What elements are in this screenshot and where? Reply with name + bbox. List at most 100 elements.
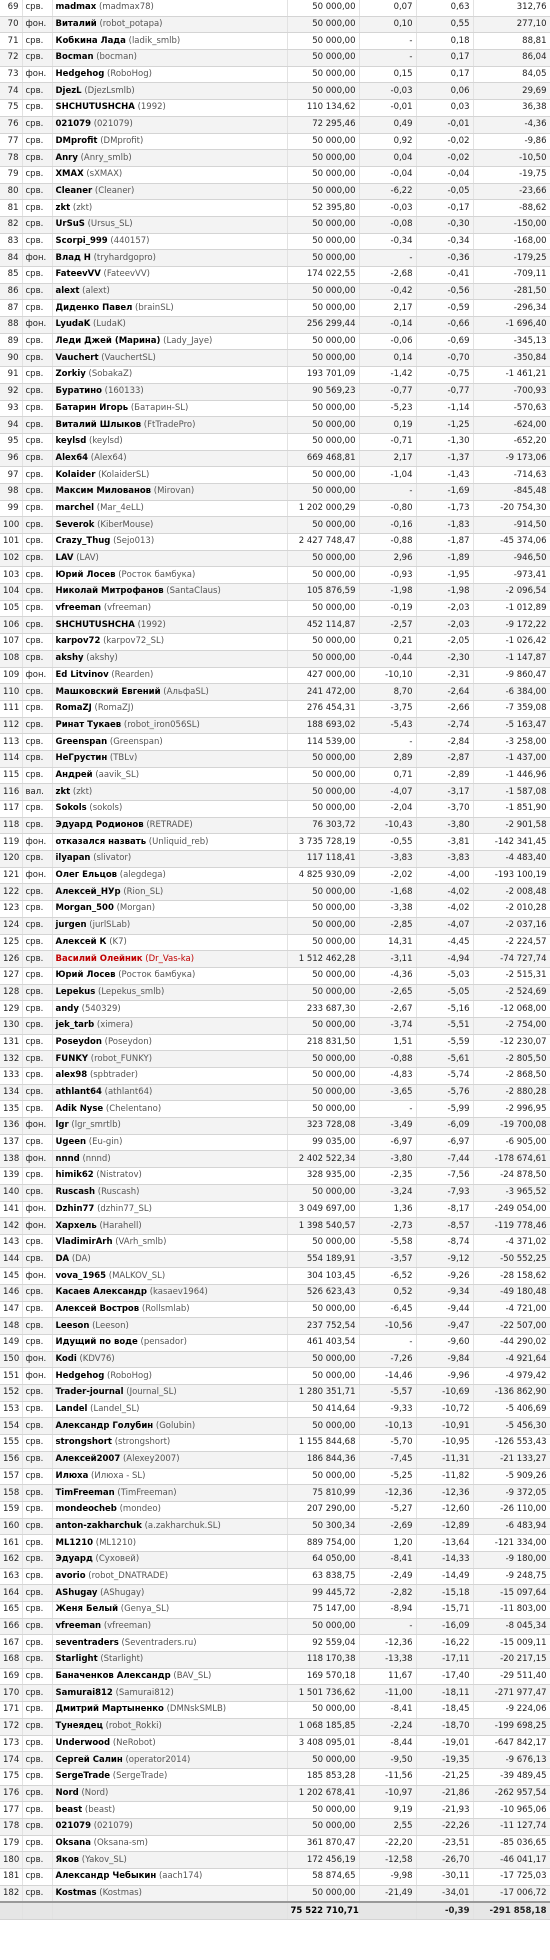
capital-cell: 50 000,00 <box>287 900 360 918</box>
profit-cell: -1 461,21 <box>473 366 550 384</box>
participant-handle: (540329) <box>81 1003 121 1014</box>
participant-handle: (Genya_SL) <box>120 1604 170 1615</box>
participant-handle: (Greenspan) <box>109 736 163 747</box>
total-percent-cell: -9,44 <box>416 1301 474 1319</box>
participant-name: akshy <box>55 653 84 664</box>
participant-cell: Женя Белый (Genya_SL) <box>52 1601 288 1619</box>
participant-cell: FUNKY (robot_FUNKY) <box>52 1050 288 1068</box>
participant-handle: (AShugay) <box>100 1587 145 1598</box>
profit-cell: -85 036,65 <box>473 1835 550 1853</box>
table-row: 146 срв. Касаев Александр (kasaev1964) 526 … <box>0 1284 550 1302</box>
participant-name: Александр Голубин <box>55 1420 154 1431</box>
totals-empty-2 <box>22 1901 53 1921</box>
table-row: 137 срв. Ugeen (Eu-gin) 99 035,00 -6,97 -6,97… <box>0 1134 550 1152</box>
total-percent-cell: -13,64 <box>416 1534 474 1552</box>
participant-cell: Касаев Александр (kasaev1964) <box>52 1284 288 1302</box>
table-row: 96 срв. Alex64 (Alex64) 669 468,81 2,17 -1,37… <box>0 450 550 468</box>
profit-cell: -1 446,96 <box>473 767 550 785</box>
participant-handle: (athlant64) <box>104 1087 153 1098</box>
capital-cell: 50 000,00 <box>287 1417 360 1436</box>
total-percent-cell: -0,77 <box>416 383 474 401</box>
participant-handle: (TBLv) <box>109 753 138 764</box>
account-type-cell: срв. <box>22 850 53 868</box>
capital-cell: 50 000,00 <box>287 149 360 167</box>
day-change-cell: 2,17 <box>359 299 417 318</box>
account-type-cell: срв. <box>22 1684 53 1703</box>
account-type-cell: срв. <box>22 1067 53 1085</box>
profit-cell: -29 511,40 <box>473 1668 550 1686</box>
profit-cell: -121 334,00 <box>473 1534 550 1552</box>
rank-cell: 179 <box>0 1835 23 1853</box>
account-type-cell: срв. <box>22 383 53 401</box>
participant-name: Юрий Лосев <box>55 970 116 981</box>
day-change-cell: -0,88 <box>359 1050 417 1068</box>
total-percent-cell: -0,69 <box>416 333 474 351</box>
capital-cell: 50 000,00 <box>287 216 360 234</box>
day-change-cell: -3,49 <box>359 1117 417 1135</box>
profit-cell: -20 217,15 <box>473 1651 550 1669</box>
rank-cell: 97 <box>0 466 23 484</box>
participant-name: Женя Белый <box>55 1604 119 1615</box>
account-type-cell: срв. <box>22 483 53 501</box>
participant-handle: (Journal_SL) <box>126 1387 177 1398</box>
table-row: 140 срв. Ruscash (Ruscash) 50 000,00 -3,24 -7… <box>0 1184 550 1202</box>
total-percent-cell: -0,56 <box>416 283 474 301</box>
participant-handle: (DA) <box>71 1253 91 1264</box>
total-percent-cell: -1,83 <box>416 516 474 534</box>
capital-cell: 50 000,00 <box>287 49 360 67</box>
account-type-cell: срв. <box>22 1751 53 1769</box>
account-type-cell: срв. <box>22 750 53 768</box>
capital-cell: 304 103,45 <box>287 1267 360 1285</box>
table-row: 108 срв. akshy (akshy) 50 000,00 -0,44 -2,30-… <box>0 650 550 668</box>
profit-cell: -23,66 <box>473 183 550 201</box>
profit-cell: -6 384,00 <box>473 683 550 701</box>
capital-cell: 50 000,00 <box>287 349 360 368</box>
rank-cell: 108 <box>0 650 23 668</box>
table-row: 89 срв. Леди Джей (Марина) (Lady_Jaye) 50 0… <box>0 333 550 351</box>
participant-handle: (440157) <box>110 235 150 246</box>
participant-handle: (robot_Rokki) <box>105 1721 162 1732</box>
participant-name: jek_tarb <box>55 1020 95 1031</box>
profit-cell: -262 957,54 <box>473 1785 550 1803</box>
capital-cell: 169 570,18 <box>287 1668 360 1686</box>
participant-cell: Николай Митрофанов (SantaClaus) <box>52 583 288 601</box>
participant-cell: nnnd (nnnd) <box>52 1150 288 1169</box>
participant-cell: Anry (Anry_smlb) <box>52 149 288 167</box>
capital-cell: 889 754,00 <box>287 1534 360 1552</box>
participant-cell: Kostmas (Kostmas) <box>52 1885 288 1903</box>
participant-name: Влад Н <box>55 252 91 263</box>
participant-cell: Александр Чебыкин (aach174) <box>52 1868 288 1886</box>
total-percent-cell: -1,95 <box>416 566 474 585</box>
day-change-cell: 0,07 <box>359 0 417 17</box>
totals-money: 75 522 710,71 <box>287 1901 360 1921</box>
table-row: 155 срв. strongshort (strongshort) 1 155 84… <box>0 1434 550 1452</box>
account-type-cell: срв. <box>22 1634 53 1653</box>
participant-name: DA <box>55 1253 70 1264</box>
participant-handle: (RoboHog) <box>107 1370 152 1381</box>
capital-cell: 50 000,00 <box>287 283 360 301</box>
participant-cell: Vauchert (VauchertSL) <box>52 349 288 368</box>
participant-name: Kostmas <box>55 1888 97 1899</box>
total-percent-cell: -2,05 <box>416 633 474 651</box>
table-row: 167 срв. seventraders (Seventraders.ru) 92 … <box>0 1634 550 1653</box>
total-percent-cell: -5,61 <box>416 1050 474 1068</box>
table-row: 136 фон. lgr (lgr_smrtlb) 323 728,08 -3,49 -6… <box>0 1117 550 1135</box>
table-row: 120 срв. ilyapan (slivator) 117 118,41 -3,83… <box>0 850 550 868</box>
table-row: 101 срв. Crazy_Thug (Sejo013) 2 427 748,47-… <box>0 533 550 551</box>
table-row: 170 срв. Samurai812 (Samurai812) 1 501 736,… <box>0 1684 550 1703</box>
total-percent-cell: -16,22 <box>416 1634 474 1653</box>
participant-cell: Kolaider (KolaiderSL) <box>52 466 288 484</box>
account-type-cell: срв. <box>22 566 53 585</box>
account-type-cell: фон. <box>22 1117 53 1135</box>
profit-cell: -1 437,00 <box>473 750 550 768</box>
capital-cell: 50 000,00 <box>287 633 360 651</box>
table-row: 81 срв. zkt (zkt) 52 395,80 -0,03 -0,17 -88,62 <box>0 199 550 217</box>
participant-handle: (alext) <box>82 286 110 297</box>
capital-cell: 526 623,43 <box>287 1284 360 1302</box>
day-change-cell: - <box>359 733 417 751</box>
participant-cell: DA (DA) <box>52 1251 288 1269</box>
profit-cell: -1 147,87 <box>473 650 550 668</box>
table-row: 158 срв. TimFreeman (TimFreeman) 75 810,99-… <box>0 1484 550 1502</box>
results-table: 69 срв. madmax (madmax78) 50 000,00 0,07 0,63… <box>0 0 550 1921</box>
participant-handle: (zkt) <box>72 202 93 213</box>
